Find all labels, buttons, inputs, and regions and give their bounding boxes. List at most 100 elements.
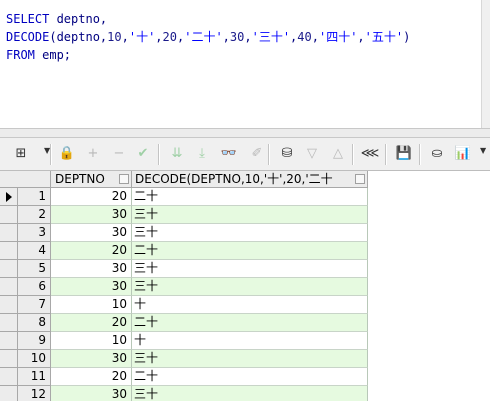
cell-decode[interactable]: 十	[132, 332, 368, 350]
row-indicator[interactable]	[0, 242, 18, 260]
cell-decode[interactable]: 二十	[132, 242, 368, 260]
sql-token: '五十'	[364, 30, 404, 44]
cell-decode[interactable]: 十	[132, 296, 368, 314]
export-tree-icon[interactable]: ⋘	[361, 145, 380, 163]
lock-icon[interactable]: 🔒	[58, 145, 76, 163]
cell-decode[interactable]: 三十	[132, 224, 368, 242]
cell-deptno[interactable]: 30	[51, 350, 132, 368]
post-changes-icon[interactable]: ✔	[134, 145, 152, 163]
result-grid[interactable]: DEPTNO DECODE(DEPTNO,10,'十',20,'二十 1 20 二十…	[0, 171, 490, 401]
row-number[interactable]: 8	[18, 314, 51, 332]
cell-decode[interactable]: 二十	[132, 314, 368, 332]
pane-splitter[interactable]	[0, 128, 490, 138]
cell-deptno[interactable]: 10	[51, 332, 132, 350]
query-by-example-icon[interactable]: ⛁	[278, 145, 296, 163]
cell-deptno[interactable]: 30	[51, 206, 132, 224]
sql-token: (deptno,	[49, 30, 108, 44]
table-row[interactable]: 1 20 二十	[0, 188, 368, 206]
next-icon[interactable]: △	[329, 145, 347, 163]
cell-deptno[interactable]: 30	[51, 224, 132, 242]
sql-token: emp;	[34, 48, 72, 62]
column-header-deptno[interactable]: DEPTNO	[51, 171, 132, 188]
editor-scrollbar[interactable]	[481, 0, 490, 128]
cell-decode[interactable]: 二十	[132, 368, 368, 386]
row-indicator[interactable]	[0, 368, 18, 386]
row-number[interactable]: 4	[18, 242, 51, 260]
grid-options-icon[interactable]: ⊞	[12, 145, 30, 163]
chart-options-caret-icon[interactable]: ▼	[480, 146, 486, 155]
cell-deptno[interactable]: 30	[51, 260, 132, 278]
table-row[interactable]: 3 30 三十	[0, 224, 368, 242]
cell-deptno[interactable]: 20	[51, 242, 132, 260]
find-binoculars-icon[interactable]: 👓	[220, 145, 238, 163]
row-number[interactable]: 6	[18, 278, 51, 296]
save-icon[interactable]: 💾	[395, 145, 413, 163]
sql-editor[interactable]: SELECT deptno, DECODE(deptno,10,'十',20,'二…	[0, 0, 490, 128]
cell-decode[interactable]: 三十	[132, 206, 368, 224]
cell-deptno[interactable]: 20	[51, 368, 132, 386]
table-row[interactable]: 7 10 十	[0, 296, 368, 314]
cell-deptno[interactable]: 30	[51, 278, 132, 296]
column-filter-dropdown-icon[interactable]	[119, 174, 129, 184]
table-row[interactable]: 8 20 二十	[0, 314, 368, 332]
row-number[interactable]: 7	[18, 296, 51, 314]
table-row[interactable]: 12 30 三十	[0, 386, 368, 401]
sql-token: ,	[244, 30, 252, 44]
row-number[interactable]: 5	[18, 260, 51, 278]
table-row[interactable]: 2 30 三十	[0, 206, 368, 224]
table-row[interactable]: 10 30 三十	[0, 350, 368, 368]
grid-corner-header	[0, 171, 51, 188]
chart-icon[interactable]: 📊	[454, 145, 472, 163]
sql-token: deptno,	[49, 12, 108, 26]
row-indicator[interactable]	[0, 224, 18, 242]
add-record-icon[interactable]: +	[84, 145, 102, 163]
sql-token: )	[403, 30, 411, 44]
delete-record-icon[interactable]: −	[110, 145, 128, 163]
table-row[interactable]: 5 30 三十	[0, 260, 368, 278]
toolbar-separator	[385, 144, 387, 165]
cell-deptno[interactable]: 10	[51, 296, 132, 314]
sql-token: FROM	[6, 48, 35, 62]
row-indicator[interactable]	[0, 260, 18, 278]
cell-deptno[interactable]: 30	[51, 386, 132, 401]
database-icon[interactable]: ⛀	[428, 145, 446, 163]
row-indicator[interactable]	[0, 278, 18, 296]
sql-line[interactable]: FROM emp;	[6, 46, 410, 64]
sql-code[interactable]: SELECT deptno, DECODE(deptno,10,'十',20,'二…	[6, 10, 410, 64]
table-row[interactable]: 11 20 二十	[0, 368, 368, 386]
table-row[interactable]: 4 20 二十	[0, 242, 368, 260]
cell-deptno[interactable]: 20	[51, 314, 132, 332]
fetch-next-icon[interactable]: ⇊	[168, 145, 186, 163]
sql-token: ,	[222, 30, 230, 44]
cell-decode[interactable]: 三十	[132, 278, 368, 296]
fetch-last-icon[interactable]: ⤓	[193, 145, 211, 163]
table-row[interactable]: 6 30 三十	[0, 278, 368, 296]
cell-decode[interactable]: 三十	[132, 386, 368, 401]
row-number[interactable]: 1	[18, 188, 51, 206]
sql-line[interactable]: DECODE(deptno,10,'十',20,'二十',30,'三十',40,…	[6, 28, 410, 46]
row-number[interactable]: 9	[18, 332, 51, 350]
row-number[interactable]: 2	[18, 206, 51, 224]
row-indicator[interactable]	[0, 314, 18, 332]
cell-deptno[interactable]: 20	[51, 188, 132, 206]
sql-token: ,	[155, 30, 163, 44]
row-number[interactable]: 12	[18, 386, 51, 401]
column-header-decode[interactable]: DECODE(DEPTNO,10,'十',20,'二十	[132, 171, 368, 188]
row-indicator[interactable]	[0, 206, 18, 224]
row-number[interactable]: 11	[18, 368, 51, 386]
cell-decode[interactable]: 三十	[132, 350, 368, 368]
row-indicator[interactable]	[0, 386, 18, 401]
table-row[interactable]: 9 10 十	[0, 332, 368, 350]
row-indicator[interactable]	[0, 188, 18, 206]
row-indicator[interactable]	[0, 296, 18, 314]
clear-eraser-icon[interactable]: ✐	[248, 145, 266, 163]
row-indicator[interactable]	[0, 332, 18, 350]
row-number[interactable]: 3	[18, 224, 51, 242]
sql-line[interactable]: SELECT deptno,	[6, 10, 410, 28]
row-number[interactable]: 10	[18, 350, 51, 368]
row-indicator[interactable]	[0, 350, 18, 368]
cell-decode[interactable]: 三十	[132, 260, 368, 278]
cell-decode[interactable]: 二十	[132, 188, 368, 206]
column-filter-dropdown-icon[interactable]	[355, 174, 365, 184]
previous-icon[interactable]: ▽	[303, 145, 321, 163]
